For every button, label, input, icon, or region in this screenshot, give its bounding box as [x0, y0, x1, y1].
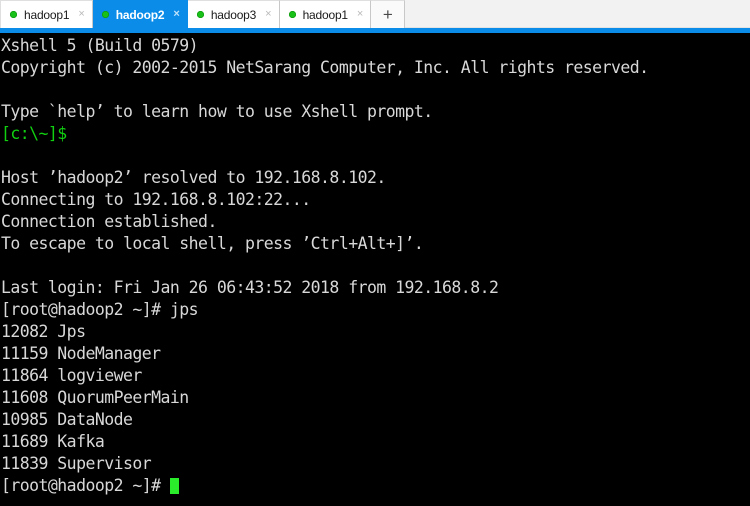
- terminal-line-text: Last login: Fri Jan 26 06:43:52 2018 fro…: [1, 278, 499, 297]
- terminal-line-text: Connecting to 192.168.8.102:22...: [1, 190, 311, 209]
- terminal-line: To escape to local shell, press ’Ctrl+Al…: [1, 233, 750, 255]
- terminal-line: 11864 logviewer: [1, 365, 750, 387]
- close-icon[interactable]: ×: [265, 9, 271, 20]
- tab-hadoop3-2[interactable]: hadoop3 ×: [187, 0, 280, 28]
- shell-prompt: [root@hadoop2 ~]#: [1, 476, 170, 495]
- terminal-line-text: Connection established.: [1, 212, 217, 231]
- terminal-line: Xshell 5 (Build 0579): [1, 35, 750, 57]
- terminal-line: 10985 DataNode: [1, 409, 750, 431]
- connected-dot-icon: [196, 11, 204, 18]
- terminal-line: [root@hadoop2 ~]# jps: [1, 299, 750, 321]
- terminal-line: 11159 NodeManager: [1, 343, 750, 365]
- terminal-line-text: 10985 DataNode: [1, 410, 133, 429]
- tab-hadoop1-0[interactable]: hadoop1 ×: [0, 0, 93, 28]
- terminal-line: Last login: Fri Jan 26 06:43:52 2018 fro…: [1, 277, 750, 299]
- terminal-line-text: Copyright (c) 2002-2015 NetSarang Comput…: [1, 58, 649, 77]
- close-icon[interactable]: ×: [357, 9, 363, 20]
- tab-hadoop2-1[interactable]: hadoop2 ×: [92, 0, 188, 28]
- connected-dot-icon: [288, 11, 296, 18]
- terminal-line-text: Type `help’ to learn how to use Xshell p…: [1, 102, 433, 121]
- close-icon[interactable]: ×: [173, 9, 179, 20]
- terminal-line: Copyright (c) 2002-2015 NetSarang Comput…: [1, 57, 750, 79]
- terminal-line: [c:\~]$: [1, 123, 750, 145]
- terminal-line-text: 11159 NodeManager: [1, 344, 161, 363]
- text-cursor: [169, 478, 179, 494]
- terminal-line: Host ’hadoop2’ resolved to 192.168.8.102…: [1, 167, 750, 189]
- tab-label: hadoop1: [302, 7, 349, 22]
- new-tab-button[interactable]: +: [371, 0, 406, 28]
- terminal-line-text: [root@hadoop2 ~]# jps: [1, 300, 199, 319]
- terminal-output: Xshell 5 (Build 0579) Copyright (c) 2002-…: [0, 33, 750, 497]
- tab-label: hadoop3: [210, 7, 257, 22]
- plus-icon: +: [382, 5, 393, 24]
- terminal-line: 12082 Jps: [1, 321, 750, 343]
- terminal-line-text: To escape to local shell, press ’Ctrl+Al…: [1, 234, 424, 253]
- connected-dot-icon: [10, 11, 17, 18]
- terminal-line-text: 11864 logviewer: [1, 366, 142, 385]
- terminal-line: [root@hadoop2 ~]#: [1, 475, 750, 497]
- tab-bar-empty-area: [405, 0, 750, 28]
- terminal-line-text: 11839 Supervisor: [1, 454, 152, 473]
- terminal-line: Connecting to 192.168.8.102:22...: [1, 189, 750, 211]
- tab-label: hadoop1: [24, 7, 70, 22]
- tab-strip: hadoop1 × hadoop2 × hadoop3 × hadoop1 ×: [0, 0, 372, 28]
- close-icon[interactable]: ×: [78, 9, 84, 20]
- terminal-line-text: Host ’hadoop2’ resolved to 192.168.8.102…: [1, 168, 386, 187]
- terminal-line-text: 12082 Jps: [1, 322, 86, 341]
- terminal-line: 11839 Supervisor: [1, 453, 750, 475]
- terminal-line: 11689 Kafka: [1, 431, 750, 453]
- terminal-line: 11608 QuorumPeerMain: [1, 387, 750, 409]
- terminal-pane[interactable]: Xshell 5 (Build 0579) Copyright (c) 2002-…: [0, 33, 750, 506]
- tab-label: hadoop2: [115, 7, 165, 22]
- terminal-line: Type `help’ to learn how to use Xshell p…: [1, 101, 750, 123]
- local-prompt: [c:\~]$: [1, 124, 67, 143]
- terminal-line: Connection established.: [1, 211, 750, 233]
- terminal-line-text: Xshell 5 (Build 0579): [1, 36, 199, 55]
- connected-dot-icon: [101, 11, 109, 18]
- tab-hadoop1-3[interactable]: hadoop1 ×: [279, 0, 372, 28]
- terminal-line-text: 11689 Kafka: [1, 432, 105, 451]
- tab-bar: hadoop1 × hadoop2 × hadoop3 × hadoop1 × +: [0, 0, 750, 28]
- terminal-line-text: 11608 QuorumPeerMain: [1, 388, 189, 407]
